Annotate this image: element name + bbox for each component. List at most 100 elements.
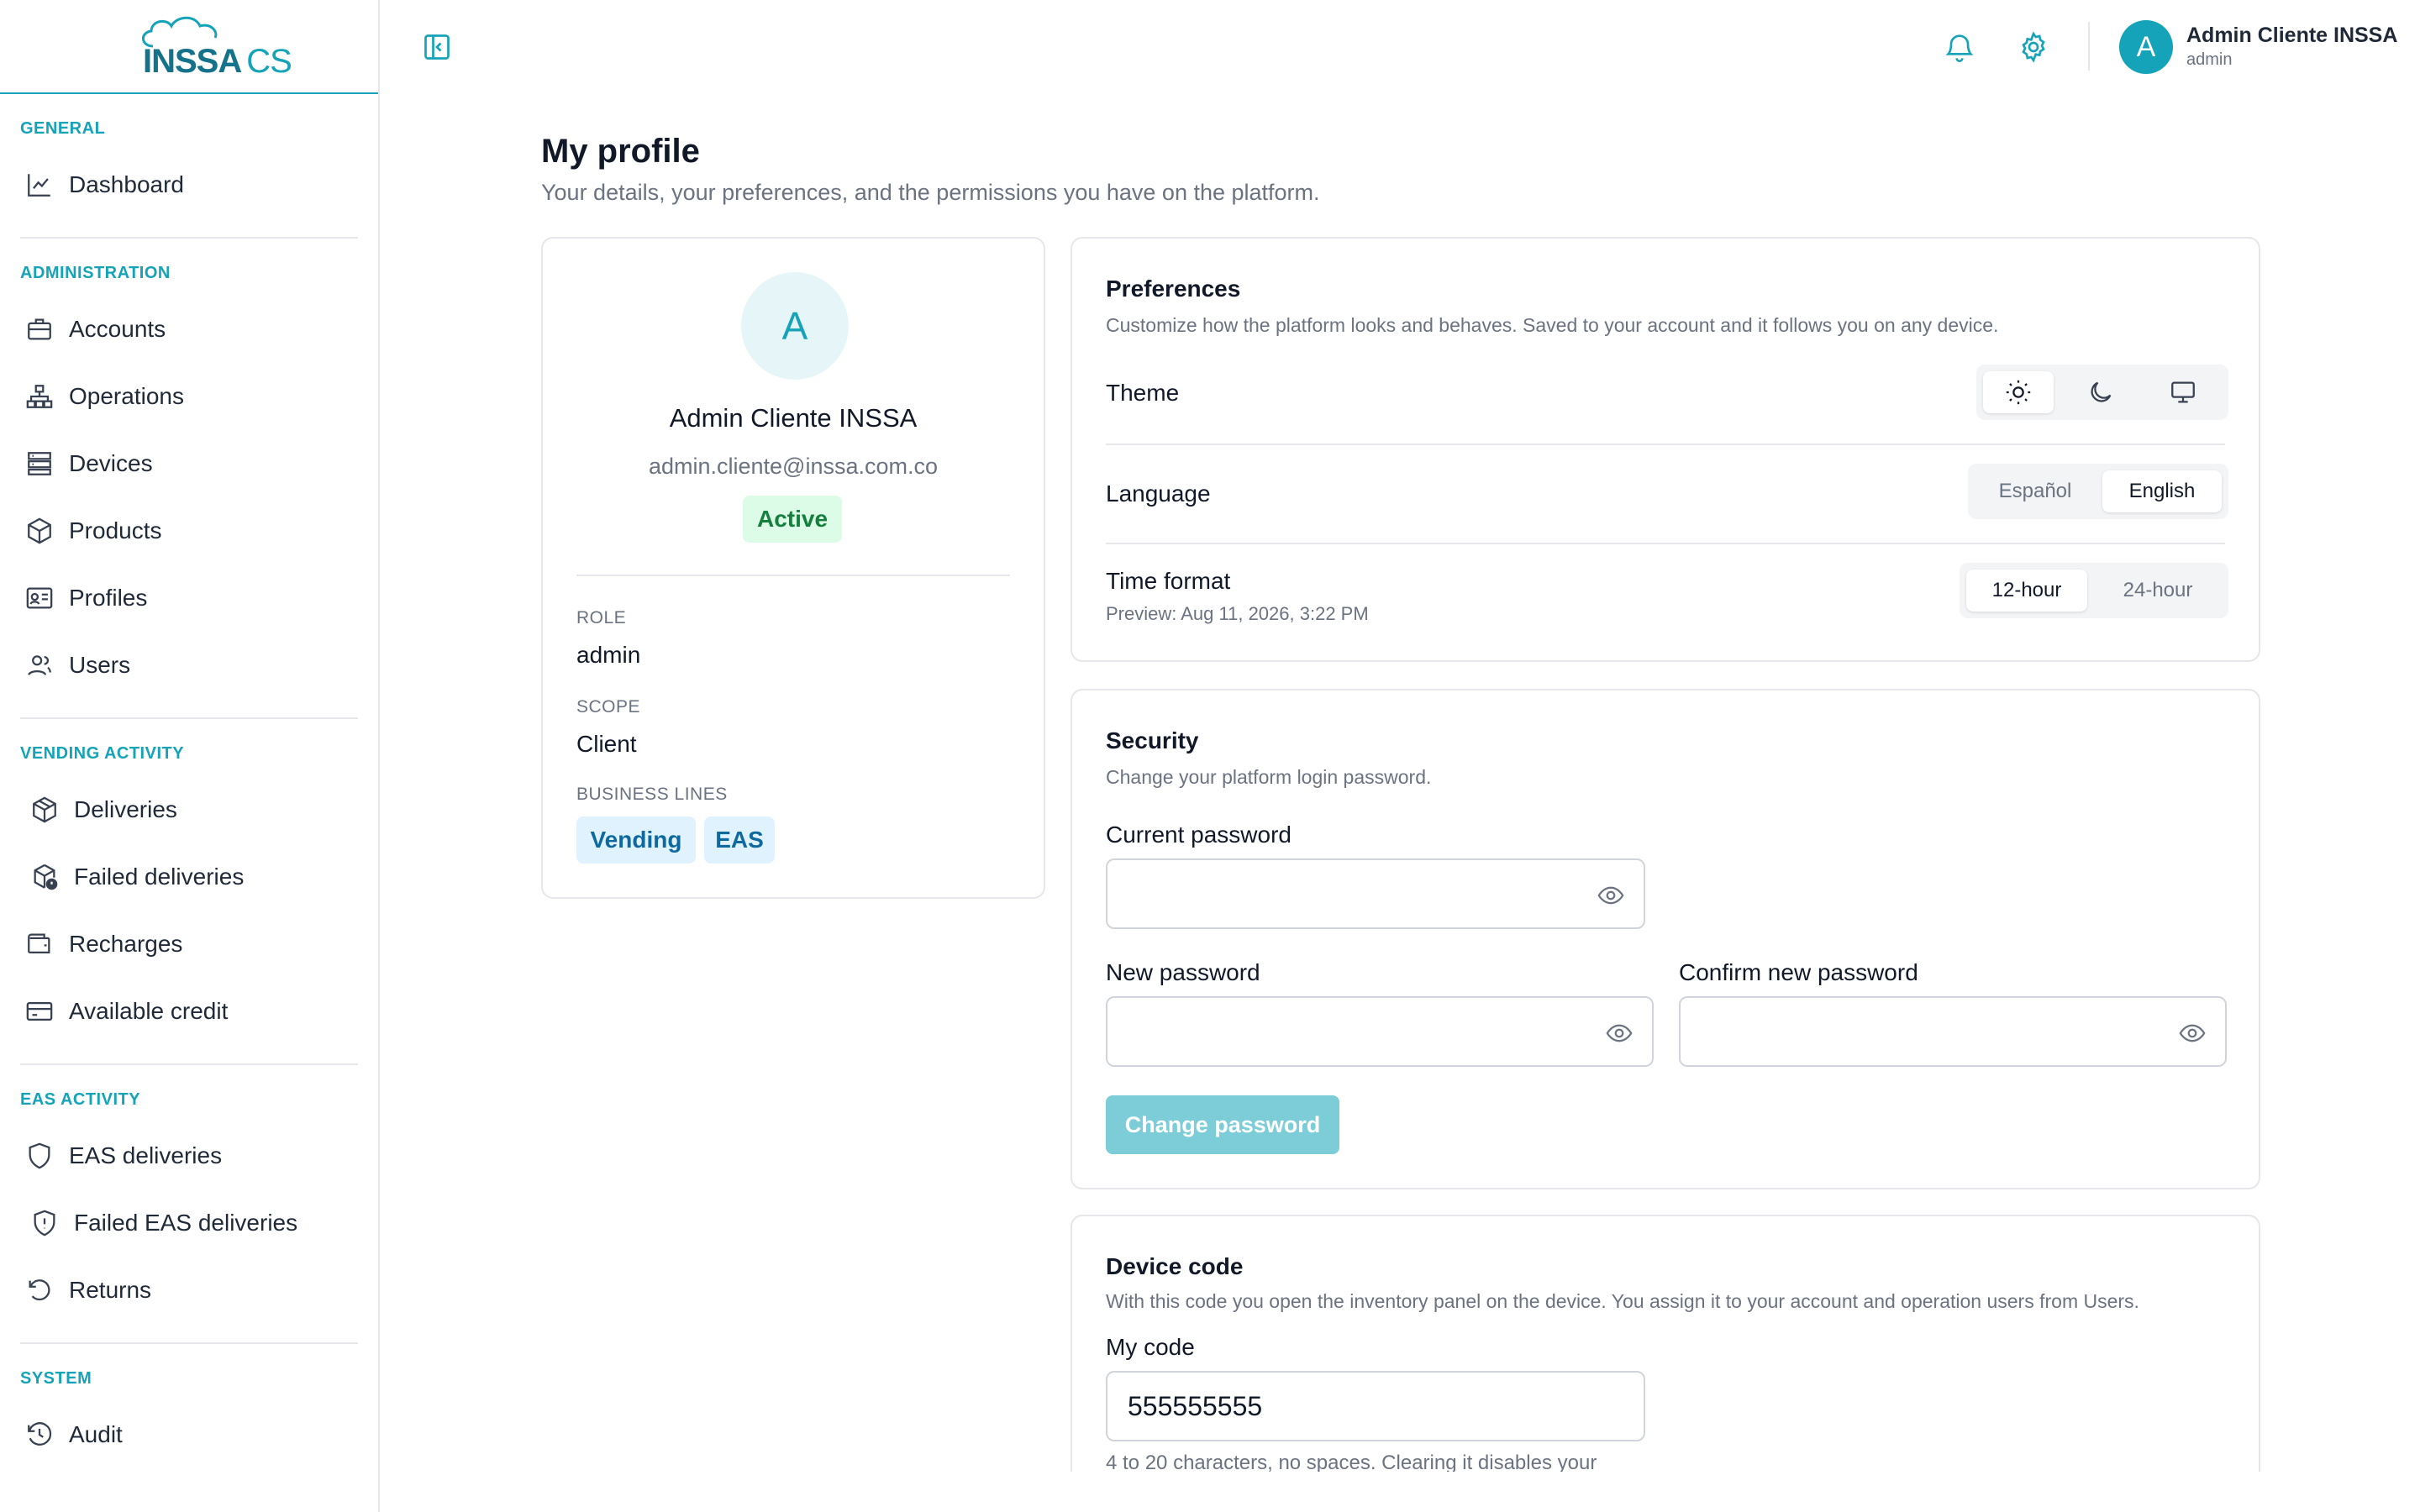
- profile-name: Admin Cliente INSSA: [669, 403, 918, 433]
- new-password-input[interactable]: [1106, 996, 1654, 1067]
- sidebar-item-dashboard[interactable]: Dashboard: [20, 151, 358, 218]
- sidebar-item-profiles[interactable]: Profiles: [20, 564, 358, 632]
- theme-toggle: [1976, 365, 2228, 420]
- eye-icon[interactable]: [1605, 1019, 1634, 1047]
- theme-system-button[interactable]: [2148, 371, 2218, 413]
- shield-alert-icon: [34, 1210, 55, 1236]
- sidebar-item-label: Failed deliveries: [74, 864, 245, 890]
- profile-card: A Admin Cliente INSSA admin.cliente@inss…: [541, 237, 1045, 899]
- user-avatar[interactable]: A: [2119, 20, 2173, 74]
- gear-icon[interactable]: [2017, 30, 2050, 64]
- sidebar-item-label: Dashboard: [69, 171, 184, 197]
- sidebar-item-failed-eas-deliveries[interactable]: Failed EAS deliveries: [20, 1189, 358, 1257]
- wallet-icon: [28, 933, 50, 954]
- security-title: Security: [1106, 727, 1199, 753]
- language-option-espanol[interactable]: Español: [1975, 470, 2096, 512]
- sidebar-item-eas-deliveries[interactable]: EAS deliveries: [20, 1122, 358, 1189]
- history-icon: [28, 1422, 52, 1446]
- preferences-title: Preferences: [1106, 276, 1241, 302]
- time-format-toggle: 12-hour 24-hour: [1960, 563, 2228, 618]
- sidebar-item-deliveries[interactable]: Deliveries: [20, 776, 358, 843]
- nav-section-title: VENDING ACTIVITY: [20, 744, 185, 763]
- package-alert-icon: [34, 864, 58, 890]
- nav-section-system: SYSTEM Audit: [20, 1344, 358, 1487]
- sidebar: INSSA CS GENERAL Dashboard ADMINISTRATION…: [0, 0, 380, 1512]
- sidebar-item-audit[interactable]: Audit: [20, 1401, 358, 1468]
- theme-light-button[interactable]: [1983, 371, 2054, 413]
- briefcase-icon: [28, 318, 51, 340]
- server-icon: [28, 452, 51, 475]
- chart-line-icon: [28, 174, 50, 197]
- package-icon: [33, 796, 56, 823]
- nav-section-general: GENERAL Dashboard: [20, 94, 358, 239]
- sidebar-item-label: Products: [69, 517, 162, 543]
- sidebar-item-returns[interactable]: Returns: [20, 1257, 358, 1324]
- role-value: admin: [576, 642, 641, 668]
- eye-icon[interactable]: [1597, 881, 1625, 910]
- business-line-tag: Vending: [576, 816, 696, 864]
- confirm-password-input[interactable]: [1679, 996, 2227, 1067]
- sidebar-item-failed-deliveries[interactable]: Failed deliveries: [20, 843, 358, 911]
- nav-section-vending-activity: VENDING ACTIVITY Deliveries Failed deliv…: [20, 719, 358, 1065]
- sidebar-item-devices[interactable]: Devices: [20, 430, 358, 497]
- nav-section-title: ADMINISTRATION: [20, 264, 171, 282]
- sidebar-item-label: Devices: [69, 450, 153, 476]
- my-code-input[interactable]: 555555555: [1106, 1371, 1645, 1441]
- sidebar-item-recharges[interactable]: Recharges: [20, 911, 358, 978]
- bell-icon[interactable]: [1943, 30, 1976, 64]
- inssa-logo[interactable]: INSSA CS: [134, 13, 292, 80]
- sidebar-item-label: Recharges: [69, 931, 183, 957]
- nav-section-eas-activity: EAS ACTIVITY EAS deliveries Failed EAS d…: [20, 1065, 358, 1344]
- preferences-divider: [1106, 543, 2225, 544]
- sidebar-nav: GENERAL Dashboard ADMINISTRATION Account…: [0, 94, 378, 1487]
- sidebar-item-accounts[interactable]: Accounts: [20, 296, 358, 363]
- sidebar-item-operations[interactable]: Operations: [20, 363, 358, 430]
- theme-label: Theme: [1106, 380, 1180, 406]
- nav-section-title: EAS ACTIVITY: [20, 1090, 141, 1109]
- time-format-label: Time format: [1106, 568, 1231, 594]
- monitor-icon: [2171, 381, 2195, 403]
- eye-icon[interactable]: [2178, 1019, 2207, 1047]
- preferences-card: Preferences Customize how the platform l…: [1071, 237, 2260, 662]
- profile-avatar: A: [741, 272, 849, 380]
- language-option-english[interactable]: English: [2102, 470, 2222, 512]
- user-role: admin: [2186, 50, 2233, 69]
- sidebar-item-products[interactable]: Products: [20, 497, 358, 564]
- logo-text: INSSA CS: [143, 43, 292, 80]
- nav-section-title: SYSTEM: [20, 1369, 92, 1388]
- business-lines-label: BUSINESS LINES: [576, 785, 728, 804]
- sidebar-toggle-icon[interactable]: [422, 32, 452, 62]
- sidebar-item-label: Deliveries: [74, 796, 177, 822]
- time-format-preview: Preview: Aug 11, 2026, 3:22 PM: [1106, 603, 1369, 624]
- shield-icon: [29, 1142, 50, 1169]
- box-icon: [28, 517, 51, 544]
- user-name[interactable]: Admin Cliente INSSA: [2186, 24, 2397, 48]
- status-badge: Active: [743, 496, 842, 543]
- topbar: A Admin Cliente INSSA admin: [380, 0, 2420, 94]
- theme-dark-button[interactable]: [2065, 371, 2136, 413]
- confirm-password-label: Confirm new password: [1679, 959, 1918, 985]
- sidebar-item-label: Accounts: [69, 316, 166, 342]
- time-format-24h[interactable]: 24-hour: [2094, 570, 2222, 612]
- security-description: Change your platform login password.: [1106, 766, 1432, 788]
- role-label: ROLE: [576, 608, 627, 627]
- sidebar-item-users[interactable]: Users: [20, 632, 358, 699]
- business-line-tag: EAS: [704, 816, 775, 864]
- change-password-button[interactable]: Change password: [1106, 1095, 1339, 1154]
- scope-label: SCOPE: [576, 697, 641, 717]
- language-label: Language: [1106, 480, 1211, 507]
- credit-card-icon: [26, 1001, 53, 1021]
- topbar-divider: [2088, 22, 2090, 71]
- id-card-icon: [26, 587, 53, 609]
- sidebar-item-label: Failed EAS deliveries: [74, 1210, 298, 1236]
- security-card: Security Change your platform login pass…: [1071, 689, 2260, 1189]
- sidebar-item-label: Profiles: [69, 585, 148, 611]
- time-format-12h[interactable]: 12-hour: [1966, 570, 2087, 612]
- sun-icon: [2006, 380, 2031, 405]
- current-password-input[interactable]: [1106, 858, 1645, 929]
- profile-divider: [576, 575, 1010, 576]
- current-password-label: Current password: [1106, 822, 1292, 848]
- preferences-description: Customize how the platform looks and beh…: [1106, 314, 1999, 336]
- sidebar-item-available-credit[interactable]: Available credit: [20, 978, 358, 1045]
- preferences-divider: [1106, 444, 2225, 445]
